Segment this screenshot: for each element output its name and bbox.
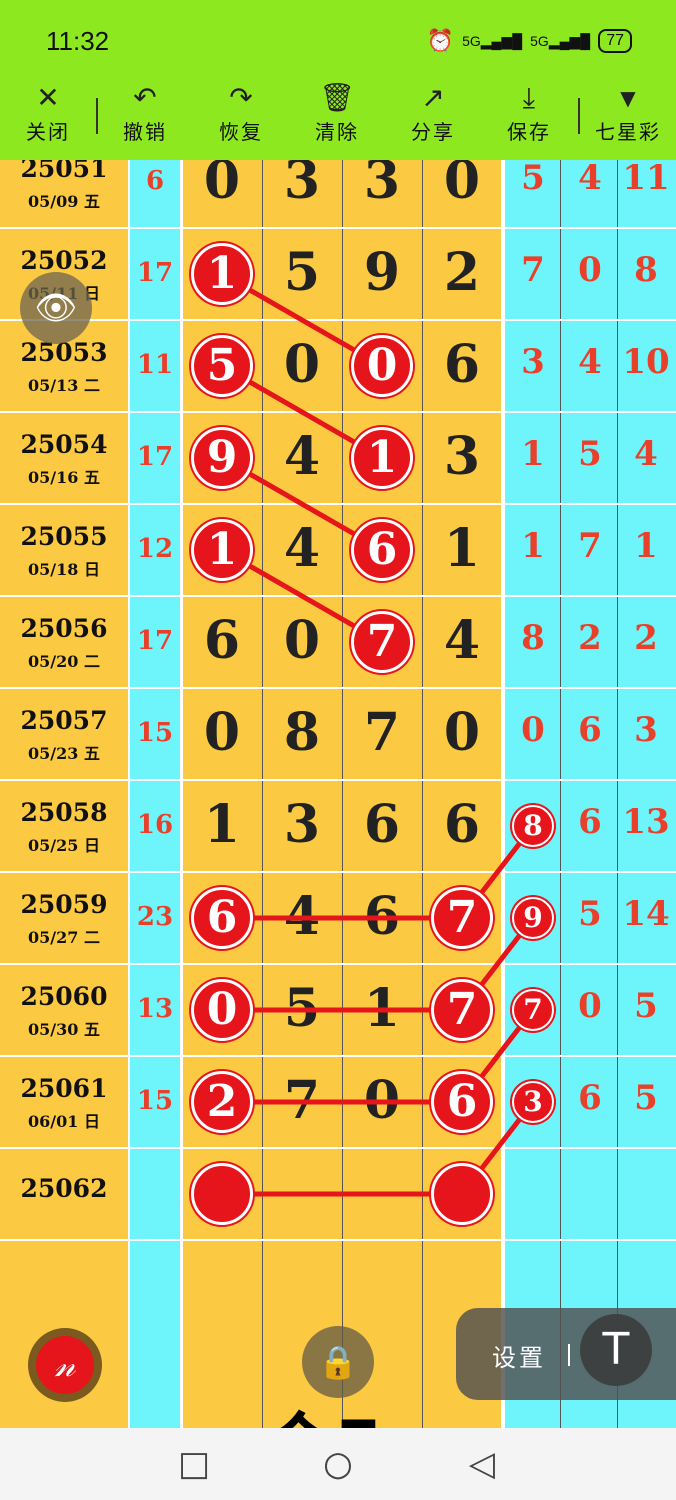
marked-digit[interactable]: 0 xyxy=(191,979,253,1041)
text-tool-button[interactable]: T xyxy=(580,1314,652,1386)
marked-digit[interactable]: 2 xyxy=(191,1071,253,1133)
save-button[interactable]: ⤓ 保存 xyxy=(484,80,574,160)
download-icon: ⤓ xyxy=(522,81,536,114)
marked-digit[interactable]: 5 xyxy=(191,335,253,397)
marked-digit[interactable]: 6 xyxy=(431,1071,493,1133)
marked-digit[interactable] xyxy=(431,1163,493,1225)
redo-icon: ↷ xyxy=(229,81,253,114)
lottery-select[interactable]: ▼ 七星彩 xyxy=(583,80,673,160)
back-button[interactable]: ◁ xyxy=(462,1444,502,1484)
battery-icon: 77 xyxy=(598,29,632,53)
home-button[interactable]: ○ xyxy=(318,1444,358,1484)
undo-button[interactable]: ↶ 撤销 xyxy=(100,80,190,160)
lottery-chart[interactable]: 2505105/09 五6033054112505205/11 日1715927… xyxy=(0,160,676,1428)
trash-icon: 🗑 xyxy=(319,81,355,114)
marked-digit[interactable]: 7 xyxy=(431,979,493,1041)
clear-button[interactable]: 🗑 清除 xyxy=(292,80,382,160)
marked-digit[interactable]: 6 xyxy=(191,887,253,949)
marked-digit[interactable]: 1 xyxy=(191,519,253,581)
settings-panel: 设置 T xyxy=(456,1308,676,1400)
toolbar: ✕ 关闭 ↶ 撤销 ↷ 恢复 🗑 清除 ↗ 分享 ⤓ 保存 ▼ 七星彩 xyxy=(0,80,676,160)
status-bar: 11:32 ⏰ 5G▂▄▆█ 5G▂▄▆█ 77 xyxy=(0,0,676,80)
redo-button[interactable]: ↷ 恢复 xyxy=(196,80,286,160)
marked-digit[interactable]: 7 xyxy=(431,887,493,949)
lock-icon: 🔒 xyxy=(318,1343,358,1381)
toolbar-divider xyxy=(96,98,98,134)
marked-digit[interactable]: 0 xyxy=(351,335,413,397)
pen-icon: 𝓃 xyxy=(36,1336,94,1394)
system-icons: ⏰ 5G▂▄▆█ 5G▂▄▆█ 77 xyxy=(427,28,632,54)
recents-button[interactable]: □ xyxy=(174,1444,214,1484)
connector-lines xyxy=(220,271,535,1197)
alarm-icon: ⏰ xyxy=(426,28,455,53)
marked-digit[interactable] xyxy=(191,1163,253,1225)
dropdown-icon: ▼ xyxy=(620,86,636,110)
marked-digit[interactable]: 1 xyxy=(191,243,253,305)
settings-button[interactable]: 设置 xyxy=(492,1338,546,1373)
toolbar-divider xyxy=(578,98,580,134)
close-button[interactable]: ✕ 关闭 xyxy=(3,80,93,160)
marked-digit[interactable]: 9 xyxy=(191,427,253,489)
close-icon: ✕ xyxy=(36,81,60,114)
eye-icon[interactable]: 👁 xyxy=(20,272,92,344)
marked-digit[interactable]: 7 xyxy=(351,611,413,673)
marked-number[interactable]: 8 xyxy=(512,805,554,847)
share-icon: ↗ xyxy=(421,81,445,114)
lock-button[interactable]: 🔒 xyxy=(302,1326,374,1398)
signal-icon: 5G▂▄▆█ xyxy=(462,32,523,49)
nav-bar: □ ○ ◁ xyxy=(0,1428,676,1500)
pen-button[interactable]: 𝓃 xyxy=(28,1328,102,1402)
marked-number[interactable]: 7 xyxy=(512,989,554,1031)
undo-icon: ↶ xyxy=(133,81,157,114)
marked-digit[interactable]: 1 xyxy=(351,427,413,489)
marked-number[interactable]: 3 xyxy=(512,1081,554,1123)
signal-icon-2: 5G▂▄▆█ xyxy=(530,32,591,49)
share-button[interactable]: ↗ 分享 xyxy=(388,80,478,160)
clock: 11:32 xyxy=(46,26,110,56)
marked-number[interactable]: 9 xyxy=(512,897,554,939)
marked-digit[interactable]: 6 xyxy=(351,519,413,581)
